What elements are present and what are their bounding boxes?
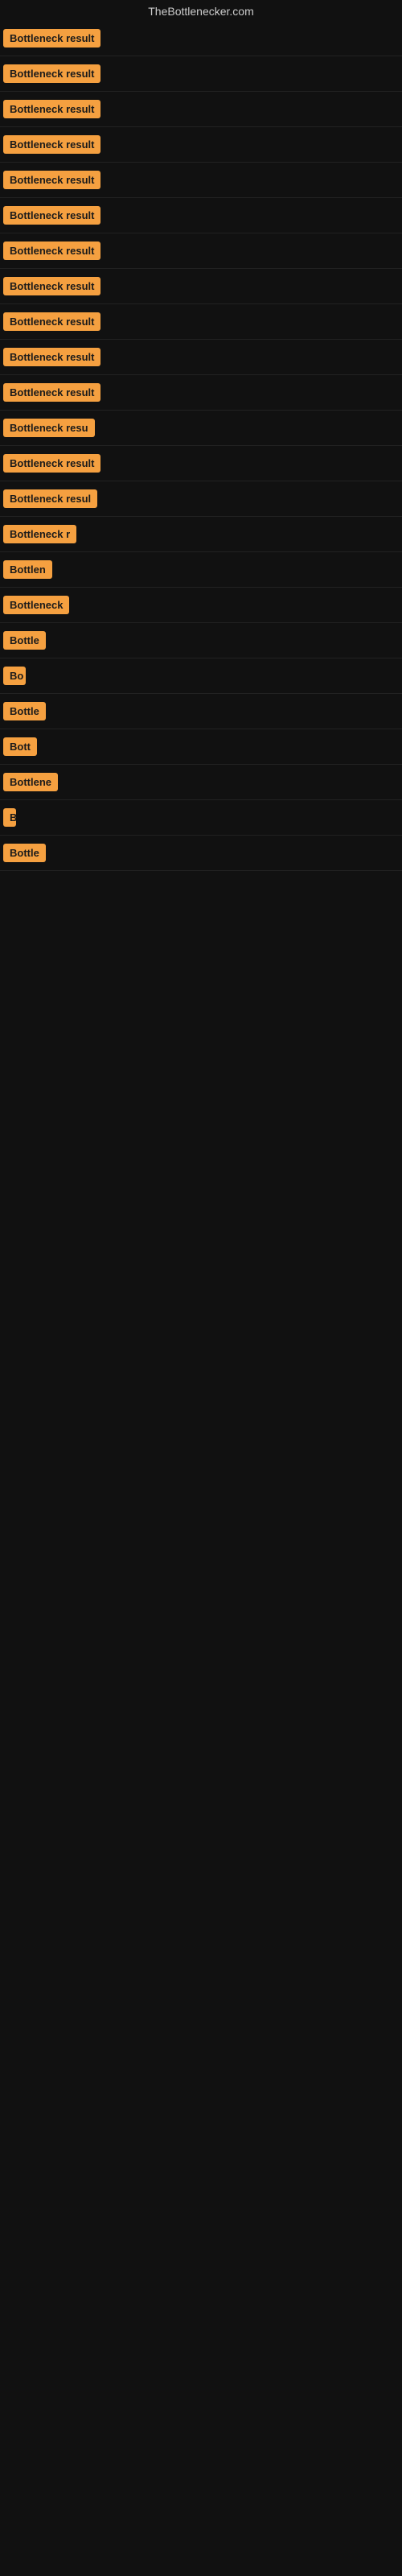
bottleneck-badge[interactable]: Bottlen [3, 560, 52, 579]
list-item: Bottle [0, 694, 402, 729]
list-item: Bottleneck result [0, 446, 402, 481]
list-item: Bottleneck result [0, 340, 402, 375]
bottleneck-badge[interactable]: Bottleneck result [3, 171, 100, 189]
bottleneck-badge[interactable]: Bottleneck resu [3, 419, 95, 437]
site-title: TheBottlenecker.com [0, 0, 402, 21]
bottleneck-badge[interactable]: Bottleneck resul [3, 489, 97, 508]
bottleneck-badge[interactable]: Bottleneck result [3, 312, 100, 331]
bottleneck-badge[interactable]: Bottleneck result [3, 277, 100, 295]
bottleneck-badge[interactable]: Bott [3, 737, 37, 756]
bottleneck-badge[interactable]: Bottleneck result [3, 242, 100, 260]
list-item: Bottlen [0, 552, 402, 588]
list-item: Bottleneck result [0, 269, 402, 304]
bottleneck-badge[interactable]: Bottleneck result [3, 206, 100, 225]
list-item: Bottleneck result [0, 198, 402, 233]
bottleneck-badge[interactable]: Bottleneck result [3, 383, 100, 402]
list-item: Bottleneck result [0, 127, 402, 163]
bottleneck-badge[interactable]: Bottle [3, 702, 46, 720]
bottleneck-badge[interactable]: Bottleneck result [3, 29, 100, 47]
list-item: Bottleneck [0, 588, 402, 623]
list-item: Bottleneck result [0, 92, 402, 127]
bottleneck-list: Bottleneck result Bottleneck result Bottle… [0, 21, 402, 871]
bottleneck-badge[interactable]: Bottleneck [3, 596, 69, 614]
list-item: Bottlene [0, 765, 402, 800]
list-item: Bottleneck result [0, 163, 402, 198]
list-item: Bottleneck r [0, 517, 402, 552]
bottleneck-badge[interactable]: Bottleneck result [3, 135, 100, 154]
list-item: Bottleneck result [0, 21, 402, 56]
list-item: Bottleneck resu [0, 411, 402, 446]
list-item: Bottle [0, 836, 402, 871]
list-item: Bottleneck result [0, 304, 402, 340]
list-item: Bottleneck result [0, 233, 402, 269]
bottleneck-badge[interactable]: Bottle [3, 844, 46, 862]
list-item: Bo [0, 658, 402, 694]
list-item: Bott [0, 729, 402, 765]
list-item: B [0, 800, 402, 836]
bottleneck-badge[interactable]: Bo [3, 667, 26, 685]
bottleneck-badge[interactable]: Bottleneck result [3, 64, 100, 83]
list-item: Bottle [0, 623, 402, 658]
bottleneck-badge[interactable]: Bottleneck r [3, 525, 76, 543]
list-item: Bottleneck result [0, 56, 402, 92]
list-item: Bottleneck result [0, 375, 402, 411]
bottleneck-badge[interactable]: Bottlene [3, 773, 58, 791]
list-item: Bottleneck resul [0, 481, 402, 517]
bottleneck-badge[interactable]: Bottleneck result [3, 348, 100, 366]
bottleneck-badge[interactable]: Bottleneck result [3, 454, 100, 473]
bottleneck-badge[interactable]: B [3, 808, 16, 827]
bottleneck-badge[interactable]: Bottle [3, 631, 46, 650]
bottleneck-badge[interactable]: Bottleneck result [3, 100, 100, 118]
